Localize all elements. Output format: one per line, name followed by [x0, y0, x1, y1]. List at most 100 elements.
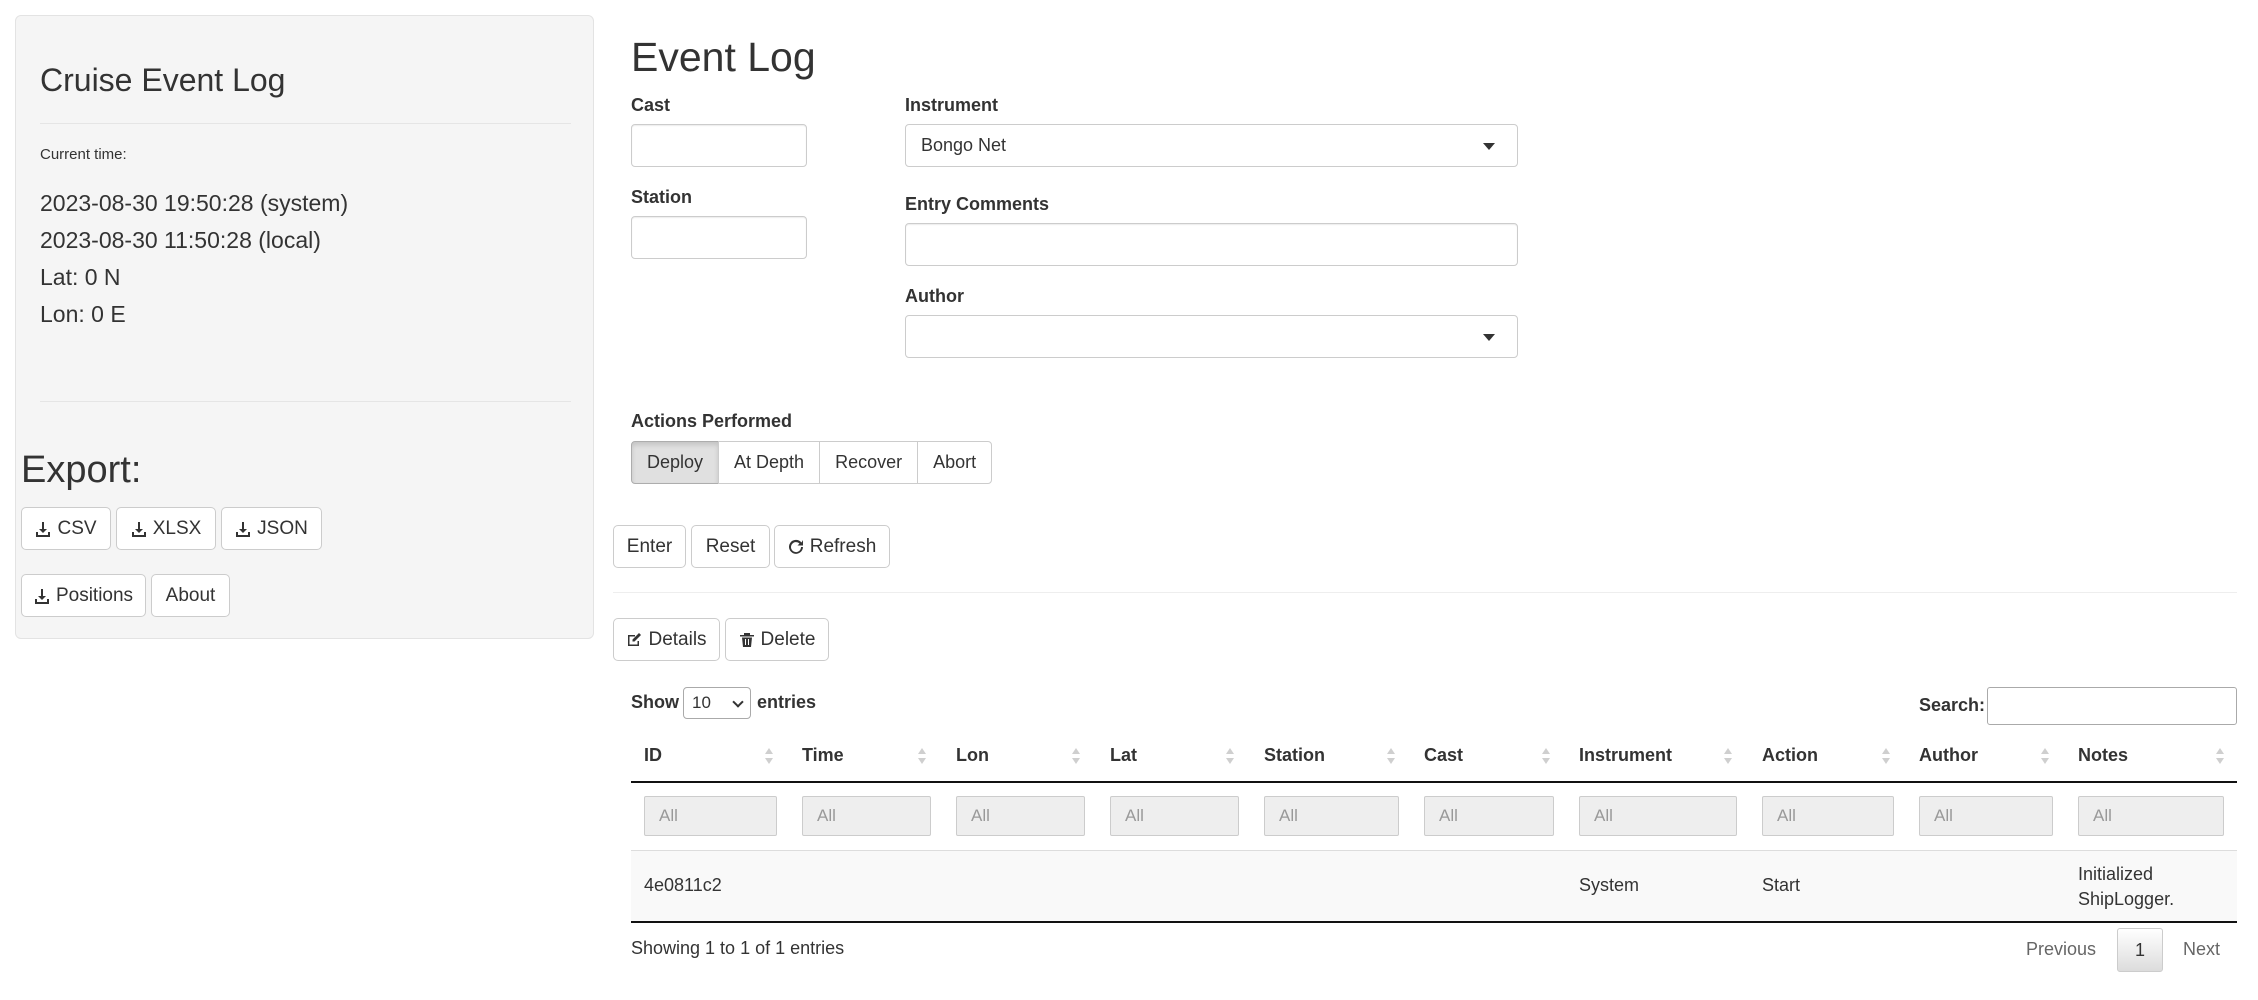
entries-label: entries: [757, 692, 817, 712]
enter-button[interactable]: Enter: [613, 525, 686, 568]
sidebar-panel: Cruise Event Log Current time: 2023-08-3…: [15, 15, 594, 639]
delete-button[interactable]: Delete: [725, 618, 829, 661]
current-time-label: Current time:: [40, 146, 127, 163]
column-header-action[interactable]: Action: [1762, 745, 1818, 766]
export-heading: Export:: [21, 449, 142, 491]
download-icon: [235, 521, 251, 537]
page-length-select[interactable]: 10: [683, 687, 751, 719]
longitude-readout: Lon: 0 E: [40, 301, 126, 327]
pagination-previous[interactable]: Previous: [2026, 939, 2096, 960]
filter-lon-input[interactable]: All: [956, 796, 1085, 836]
sort-icon: [1542, 747, 1550, 765]
actions-performed-label: Actions Performed: [631, 411, 793, 431]
app-title: Cruise Event Log: [40, 62, 286, 98]
filter-instrument-input[interactable]: All: [1579, 796, 1737, 836]
sort-icon: [2041, 747, 2049, 765]
cell-notes: Initialized ShipLogger.: [2078, 864, 2175, 909]
reset-label: Reset: [705, 535, 756, 557]
table-header-divider: [631, 781, 2237, 783]
action-at-depth-button[interactable]: At Depth: [718, 441, 821, 484]
about-label: About: [165, 584, 216, 606]
author-select[interactable]: [905, 315, 1518, 358]
sort-icon: [1226, 747, 1234, 765]
column-header-id[interactable]: ID: [644, 745, 662, 766]
filter-station-input[interactable]: All: [1264, 796, 1399, 836]
export-positions-label: Positions: [55, 584, 134, 606]
filter-id-input[interactable]: All: [644, 796, 777, 836]
local-time: 2023-08-30 11:50:28 (local): [40, 227, 321, 253]
column-header-lat[interactable]: Lat: [1110, 745, 1137, 766]
column-header-cast[interactable]: Cast: [1424, 745, 1463, 766]
sort-icon: [1724, 747, 1732, 765]
search-input[interactable]: [1987, 687, 2237, 725]
export-xlsx-label: XLSX: [152, 517, 202, 539]
sort-icon: [918, 747, 926, 765]
instrument-label: Instrument: [905, 95, 999, 115]
export-positions-button[interactable]: Positions: [21, 574, 146, 617]
filter-action-input[interactable]: All: [1762, 796, 1894, 836]
section-divider: [613, 592, 2237, 593]
instrument-selected-value: Bongo Net: [921, 135, 1007, 155]
about-button[interactable]: About: [151, 574, 230, 617]
pagination-next[interactable]: Next: [2183, 939, 2220, 960]
sort-icon: [765, 747, 773, 765]
filter-cast-input[interactable]: All: [1424, 796, 1554, 836]
trash-icon: [739, 632, 755, 648]
table-row[interactable]: [631, 851, 2237, 921]
show-label: Show: [631, 692, 679, 712]
filter-lat-input[interactable]: All: [1110, 796, 1239, 836]
entry-comments-label: Entry Comments: [905, 194, 1050, 214]
column-header-notes[interactable]: Notes: [2078, 745, 2128, 766]
cast-label: Cast: [631, 95, 671, 115]
download-icon: [35, 521, 51, 537]
instrument-select[interactable]: Bongo Net: [905, 124, 1518, 167]
cell-id: 4e0811c2: [644, 875, 722, 895]
filter-notes-input[interactable]: All: [2078, 796, 2224, 836]
action-abort-button[interactable]: Abort: [917, 441, 993, 484]
column-header-instrument[interactable]: Instrument: [1579, 745, 1672, 766]
export-csv-label: CSV: [57, 517, 97, 539]
filter-author-input[interactable]: All: [1919, 796, 2053, 836]
download-icon: [34, 588, 50, 604]
refresh-button[interactable]: Refresh: [774, 525, 890, 568]
filter-time-input[interactable]: All: [802, 796, 931, 836]
actions-button-group: Deploy At Depth Recover Abort: [631, 441, 993, 484]
station-input[interactable]: [631, 216, 807, 259]
column-header-time[interactable]: Time: [802, 745, 844, 766]
reset-button[interactable]: Reset: [691, 525, 770, 568]
column-header-author[interactable]: Author: [1919, 745, 1978, 766]
column-header-lon[interactable]: Lon: [956, 745, 989, 766]
cast-input[interactable]: [631, 124, 807, 167]
export-csv-button[interactable]: CSV: [21, 507, 111, 550]
enter-label: Enter: [626, 535, 673, 557]
sidebar-divider: [40, 123, 571, 124]
edit-icon: [626, 632, 642, 648]
sort-icon: [2216, 747, 2224, 765]
caret-down-icon: [1483, 334, 1495, 341]
chevron-down-icon: [732, 696, 744, 708]
entry-comments-input[interactable]: [905, 223, 1518, 266]
table-info: Showing 1 to 1 of 1 entries: [631, 938, 845, 958]
cell-instrument: System: [1579, 875, 1640, 895]
column-header-station[interactable]: Station: [1264, 745, 1325, 766]
system-time: 2023-08-30 19:50:28 (system): [40, 190, 349, 216]
refresh-icon: [788, 539, 804, 555]
table-bottom-divider: [631, 921, 2237, 923]
pagination-page-1[interactable]: 1: [2117, 928, 2163, 972]
sort-icon: [1387, 747, 1395, 765]
export-xlsx-button[interactable]: XLSX: [116, 507, 216, 550]
caret-down-icon: [1483, 143, 1495, 150]
details-label: Details: [648, 628, 707, 650]
page-title: Event Log: [631, 34, 816, 80]
details-button[interactable]: Details: [613, 618, 720, 661]
sidebar-divider: [40, 401, 571, 402]
author-label: Author: [905, 286, 964, 306]
page-length-value: 10: [692, 693, 711, 712]
download-icon: [131, 521, 147, 537]
station-label: Station: [631, 187, 692, 207]
action-recover-button[interactable]: Recover: [819, 441, 919, 484]
action-deploy-button[interactable]: Deploy: [631, 441, 720, 484]
latitude-readout: Lat: 0 N: [40, 264, 121, 290]
export-json-button[interactable]: JSON: [221, 507, 322, 550]
cell-action: Start: [1762, 875, 1801, 895]
